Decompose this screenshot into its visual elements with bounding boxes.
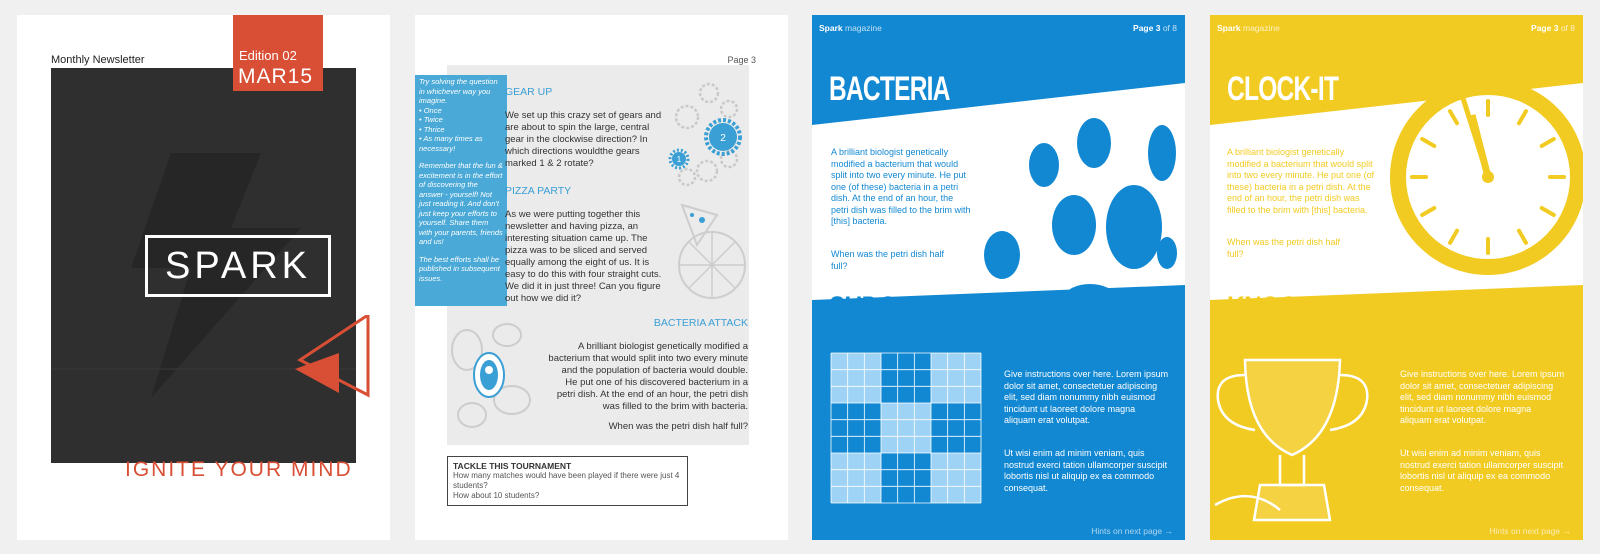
cover-tagline: IGNITE YOUR MIND xyxy=(125,458,353,481)
page-number: Page 3 xyxy=(727,55,756,65)
hints-link[interactable]: Hints on next page → xyxy=(1489,526,1571,536)
edition-label: Edition 02 xyxy=(239,48,297,63)
sudoku-instructions: Give instructions over here. Lorem ipsum… xyxy=(1004,369,1169,425)
gear-1-label: 1 xyxy=(677,155,682,164)
puzzles-page: Page 3 2 1 Try solving the question in w… xyxy=(415,15,788,540)
edition-date: MAR15 xyxy=(238,65,314,88)
brand-name: Spark xyxy=(819,23,843,33)
bacteria-body: A brilliant biologist genetically modifi… xyxy=(831,147,971,226)
bacteria-heading: BACTERIA xyxy=(829,70,950,108)
cover-page: Monthly Newsletter SPARK Edition 02 MAR1… xyxy=(17,15,390,540)
triangle-graphic-icon xyxy=(295,315,370,398)
knockout-body: Ut wisi enim ad minim veniam, quis nostr… xyxy=(1400,448,1564,493)
blue-magazine-page: Spark magazine Page 3 of 8 BACTERIA A br… xyxy=(812,15,1185,540)
tournament-q1: How many matches would have been played … xyxy=(453,471,680,490)
edition-badge: Edition 02 MAR15 xyxy=(233,15,323,91)
cover-subtitle: Monthly Newsletter xyxy=(51,54,145,66)
pizza-party-heading: PIZZA PARTY xyxy=(505,185,572,197)
page-current: Page 3 xyxy=(1531,23,1559,33)
knockout-instructions: Give instructions over here. Lorem ipsum… xyxy=(1400,369,1565,425)
page-indicator: Page 3 of 8 xyxy=(1133,23,1177,33)
brand-suffix: magazine xyxy=(845,23,882,33)
brand-label: Spark magazine xyxy=(1217,23,1280,33)
sidebar-note: Try solving the question in whichever wa… xyxy=(415,75,507,306)
bacteria-icon xyxy=(451,323,531,428)
sidebar-option: • As many times as necessary! xyxy=(419,134,483,153)
clock-it-heading: CLOCK-IT xyxy=(1227,70,1339,108)
bacteria-attack-body: A brilliant biologist genetically modifi… xyxy=(548,341,748,412)
gears-icon: 2 1 xyxy=(668,82,742,187)
spark-logo: SPARK xyxy=(145,235,331,297)
gear-up-heading: GEAR UP xyxy=(505,86,553,98)
sudoku-heading: SUDOKU xyxy=(829,290,931,328)
page-total: of 8 xyxy=(1162,23,1177,33)
page-current: Page 3 xyxy=(1133,23,1161,33)
tournament-box: TACKLE THIS TOURNAMENT How many matches … xyxy=(447,456,688,506)
gear-2-label: 2 xyxy=(720,133,726,144)
yellow-magazine-page: Spark magazine Page 3 of 8 CLOCK-IT A br… xyxy=(1210,15,1583,540)
tournament-q2: How about 10 students? xyxy=(453,491,540,500)
page-indicator: Page 3 of 8 xyxy=(1531,23,1575,33)
gear-up-body: We set up this crazy set of gears and ar… xyxy=(505,110,662,169)
knockout-heading: KNOCKOUT TOURNAMENT xyxy=(1227,290,1536,328)
pizza-party-body: As we were putting together this newslet… xyxy=(505,209,662,304)
clock-it-body: A brilliant biologist genetically modifi… xyxy=(1227,147,1375,215)
sidebar-option: • Once xyxy=(419,105,442,115)
pizza-icon xyxy=(678,203,746,299)
clock-it-question: When was the petri dish half full? xyxy=(1227,237,1341,259)
brand-suffix: magazine xyxy=(1243,23,1280,33)
sudoku-body: Ut wisi enim ad minim veniam, quis nostr… xyxy=(1004,448,1168,493)
brand-name: Spark xyxy=(1217,23,1241,33)
page-total: of 8 xyxy=(1560,23,1575,33)
hints-link[interactable]: Hints on next page → xyxy=(1091,526,1173,536)
sidebar-published: The best efforts shall be published in s… xyxy=(419,254,500,283)
bacteria-attack-heading: BACTERIA ATTACK xyxy=(653,317,748,329)
brand-label: Spark magazine xyxy=(819,23,882,33)
sidebar-option: • Twice xyxy=(419,115,443,124)
bacteria-attack-question: When was the petri dish half full? xyxy=(608,421,748,432)
tournament-title: TACKLE THIS TOURNAMENT xyxy=(453,461,572,471)
sidebar-remember: Remember that the fun & excitement is in… xyxy=(419,161,503,246)
sidebar-option: • Thrice xyxy=(419,124,445,134)
sidebar-intro: Try solving the question in whichever wa… xyxy=(419,77,498,105)
bacteria-question: When was the petri dish half full? xyxy=(831,249,945,271)
